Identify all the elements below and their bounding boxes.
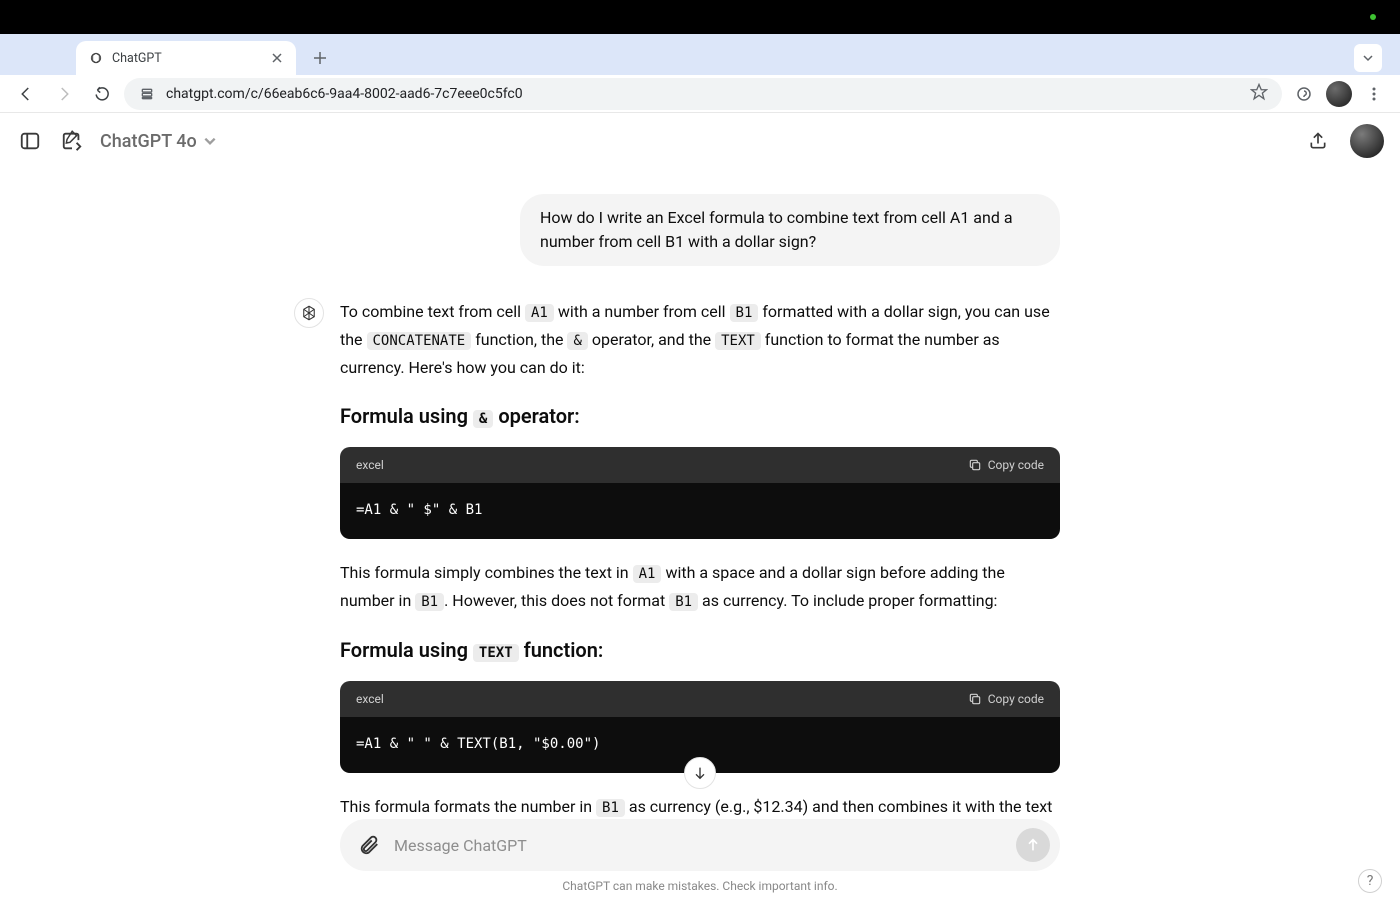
copy-icon [968, 692, 982, 706]
browser-tab-strip: ChatGPT [0, 34, 1400, 75]
code-block-header: excel Copy code [340, 447, 1060, 483]
message-input[interactable]: Message ChatGPT [340, 819, 1060, 871]
os-titlebar [0, 0, 1400, 34]
forward-button[interactable] [48, 78, 80, 110]
camera-indicator-dot [1370, 14, 1376, 20]
outro-paragraph: This formula formats the number in B1 as… [340, 793, 1060, 819]
scroll-to-bottom-button[interactable] [684, 757, 716, 789]
section-heading-1: Formula using & operator: [340, 399, 1060, 433]
inline-code: B1 [415, 593, 444, 611]
intro-paragraph: To combine text from cell A1 with a numb… [340, 298, 1060, 381]
app-header: ChatGPT 4o [0, 113, 1400, 169]
attach-file-button[interactable] [354, 830, 384, 860]
composer-area: Message ChatGPT ChatGPT can make mistake… [340, 819, 1060, 899]
section-heading-2: Formula using TEXT function: [340, 633, 1060, 667]
send-button[interactable] [1016, 828, 1050, 862]
code-block-header: excel Copy code [340, 681, 1060, 717]
chat-scroll-area[interactable]: How do I write an Excel formula to combi… [0, 169, 1400, 819]
browser-menu-icon[interactable] [1358, 78, 1390, 110]
input-placeholder: Message ChatGPT [394, 836, 1006, 855]
inline-code: A1 [525, 304, 554, 322]
code-content: =A1 & " $" & B1 [340, 483, 1060, 539]
help-button[interactable]: ? [1358, 869, 1382, 893]
model-selector[interactable]: ChatGPT 4o [100, 131, 217, 152]
tab-title: ChatGPT [112, 51, 262, 66]
url-text: chatgpt.com/c/66eab6c6-9aa4-8002-aad6-7c… [166, 86, 1240, 102]
copy-code-button[interactable]: Copy code [968, 689, 1044, 709]
sidebar-toggle-icon[interactable] [16, 127, 44, 155]
inline-code: & [567, 332, 587, 350]
paperclip-icon [358, 834, 380, 856]
openai-favicon [88, 50, 104, 66]
share-icon[interactable] [1304, 127, 1332, 155]
arrow-down-icon [692, 765, 708, 781]
assistant-content: To combine text from cell A1 with a numb… [340, 298, 1060, 819]
browser-toolbar: chatgpt.com/c/66eab6c6-9aa4-8002-aad6-7c… [0, 75, 1400, 113]
copy-icon [968, 458, 982, 472]
assistant-avatar [294, 298, 324, 328]
inline-code: TEXT [473, 644, 519, 662]
inline-code: TEXT [715, 332, 761, 350]
reload-button[interactable] [86, 78, 118, 110]
openai-logo-icon [300, 304, 318, 322]
code-block-1: excel Copy code =A1 & " $" & B1 [340, 447, 1060, 539]
inline-code: A1 [633, 565, 662, 583]
inline-code: CONCATENATE [367, 332, 472, 350]
new-tab-button[interactable] [306, 44, 334, 72]
inline-code: & [473, 410, 493, 428]
user-avatar[interactable] [1350, 124, 1384, 158]
arrow-up-icon [1025, 837, 1041, 853]
bookmark-star-icon[interactable] [1250, 83, 1268, 105]
browser-profile-avatar[interactable] [1326, 81, 1352, 107]
disclaimer-text: ChatGPT can make mistakes. Check importa… [340, 879, 1060, 893]
inline-code: B1 [596, 799, 625, 817]
inline-code: B1 [669, 593, 698, 611]
back-button[interactable] [10, 78, 42, 110]
new-chat-icon[interactable] [58, 127, 86, 155]
model-name: ChatGPT 4o [100, 131, 197, 152]
assistant-message-row: To combine text from cell A1 with a numb… [340, 298, 1060, 819]
mid-paragraph: This formula simply combines the text in… [340, 559, 1060, 615]
extension-icon[interactable] [1288, 78, 1320, 110]
tab-list-dropdown[interactable] [1354, 44, 1382, 72]
inline-code: B1 [730, 304, 759, 322]
address-bar[interactable]: chatgpt.com/c/66eab6c6-9aa4-8002-aad6-7c… [124, 78, 1282, 110]
close-tab-icon[interactable] [270, 51, 284, 65]
user-message: How do I write an Excel formula to combi… [520, 194, 1060, 266]
chevron-down-icon [203, 134, 217, 148]
code-lang-label: excel [356, 455, 384, 475]
copy-code-button[interactable]: Copy code [968, 455, 1044, 475]
user-message-row: How do I write an Excel formula to combi… [340, 194, 1060, 266]
browser-tab-active[interactable]: ChatGPT [76, 41, 296, 75]
code-lang-label: excel [356, 689, 384, 709]
site-info-icon[interactable] [138, 86, 156, 102]
